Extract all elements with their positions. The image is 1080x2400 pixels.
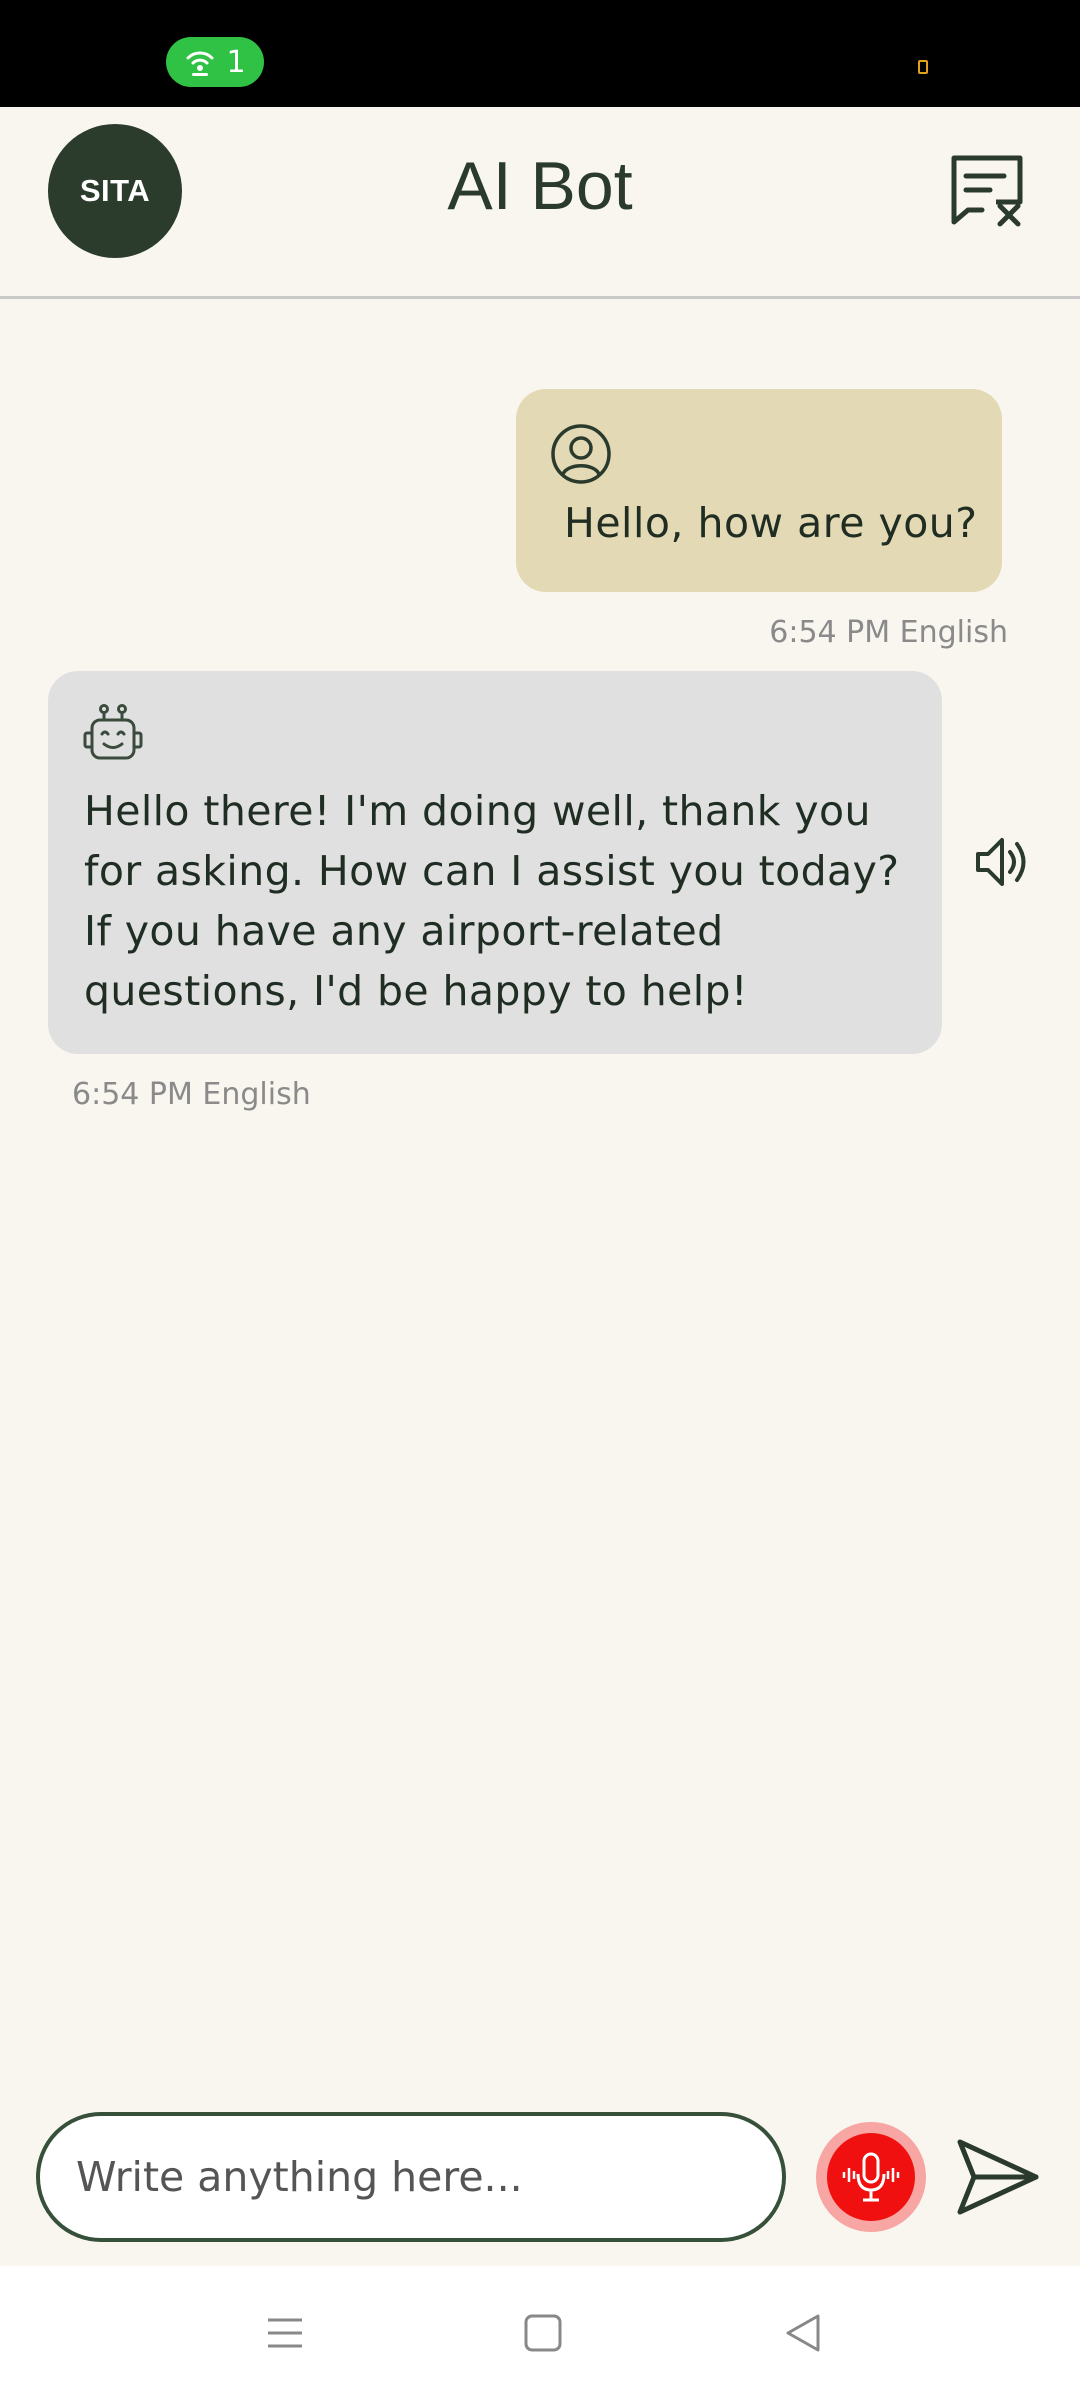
robot-icon bbox=[83, 704, 143, 760]
system-nav-bar bbox=[0, 2266, 1080, 2400]
app-header: SITA AI Bot bbox=[0, 107, 1080, 299]
hotspot-indicator[interactable]: 1 bbox=[166, 37, 264, 87]
back-icon[interactable] bbox=[780, 2310, 826, 2356]
message-input-wrapper bbox=[36, 2112, 786, 2242]
hotspot-icon bbox=[186, 51, 214, 76]
user-message-meta: 6:54 PM English bbox=[769, 615, 1008, 650]
microphone-button[interactable] bbox=[816, 2122, 926, 2232]
battery-icon bbox=[918, 60, 928, 74]
status-bar: 1 bbox=[0, 0, 1080, 107]
hotspot-count: 1 bbox=[226, 44, 246, 80]
bot-message-meta: 6:54 PM English bbox=[72, 1077, 311, 1112]
home-icon[interactable] bbox=[520, 2310, 566, 2356]
send-icon[interactable] bbox=[952, 2132, 1042, 2222]
user-message-text: Hello, how are you? bbox=[564, 499, 978, 547]
user-circle-icon bbox=[551, 424, 611, 484]
bot-message-bubble: Hello there! I'm doing well, thank you f… bbox=[48, 671, 942, 1054]
message-input[interactable] bbox=[76, 2116, 746, 2238]
microphone-icon bbox=[842, 2152, 900, 2202]
menu-icon[interactable] bbox=[262, 2310, 308, 2356]
chat-screen: 1 SITA AI Bot Hello, how are you? 6:54 P… bbox=[0, 0, 1080, 2400]
bot-message-text: Hello there! I'm doing well, thank you f… bbox=[84, 787, 900, 1015]
chat-clear-icon[interactable] bbox=[946, 150, 1028, 232]
user-message-bubble: Hello, how are you? bbox=[516, 389, 1002, 592]
microphone-inner bbox=[827, 2133, 915, 2221]
page-title: AI Bot bbox=[447, 148, 633, 224]
speaker-icon[interactable] bbox=[972, 832, 1032, 892]
